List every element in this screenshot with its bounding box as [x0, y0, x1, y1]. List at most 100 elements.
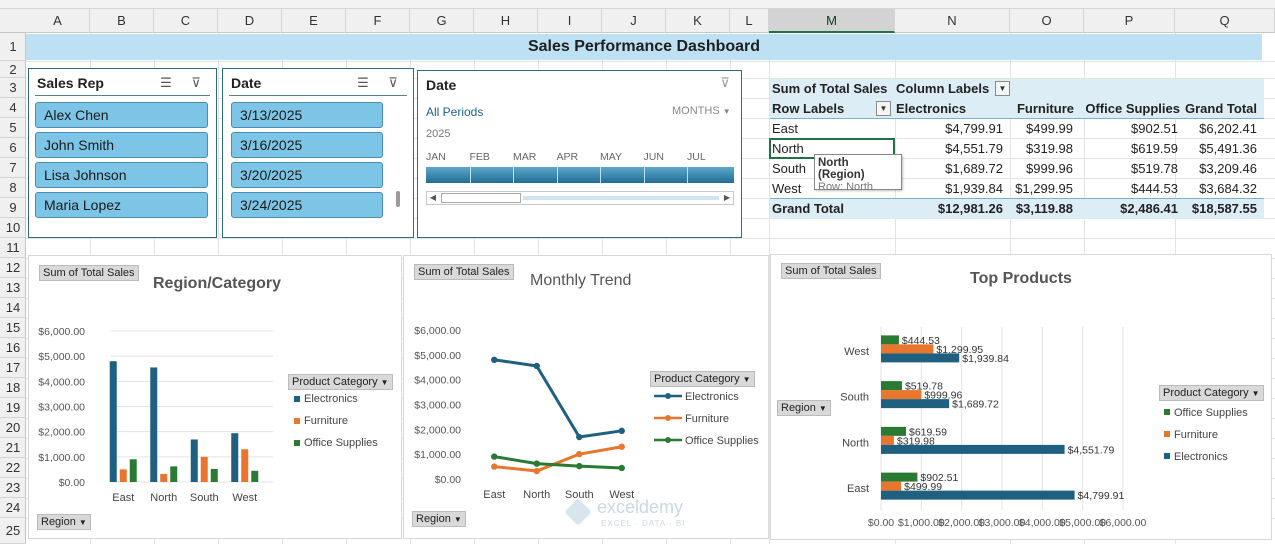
- pivot-row-label[interactable]: East: [772, 121, 798, 136]
- row-header-1[interactable]: 1: [0, 33, 26, 61]
- pivot-cell[interactable]: $319.98: [1026, 141, 1073, 156]
- data-point[interactable]: [533, 467, 540, 475]
- column-header-i[interactable]: I: [538, 9, 602, 33]
- bar[interactable]: [881, 353, 960, 363]
- date-timeline[interactable]: Date ⊽ All Periods MONTHS ▼ 2025 JAN FEB M…: [417, 70, 742, 238]
- timeline-month[interactable]: MAR: [513, 151, 536, 163]
- timeline-month[interactable]: MAY: [600, 151, 622, 163]
- timeline-month[interactable]: JUN: [644, 151, 664, 163]
- bar[interactable]: [881, 444, 1065, 454]
- row-header-21[interactable]: 21: [0, 438, 26, 458]
- column-header-q[interactable]: Q: [1175, 9, 1275, 33]
- column-header-k[interactable]: K: [666, 9, 730, 33]
- row-header-11[interactable]: 11: [0, 238, 26, 258]
- data-point[interactable]: [533, 362, 540, 370]
- bar[interactable]: [881, 390, 922, 400]
- bar[interactable]: [129, 459, 137, 482]
- pivot-cell[interactable]: $3,209.46: [1199, 161, 1257, 176]
- column-header-e[interactable]: E: [282, 9, 346, 33]
- pivot-cell[interactable]: $4,551.79: [945, 141, 1003, 156]
- data-point[interactable]: [491, 463, 498, 470]
- pivot-cell[interactable]: $1,299.95: [1015, 181, 1073, 196]
- row-header-13[interactable]: 13: [0, 278, 26, 298]
- column-header-h[interactable]: H: [474, 9, 538, 33]
- column-header-j[interactable]: J: [602, 9, 666, 33]
- clear-filter-icon[interactable]: ⊽: [716, 75, 734, 91]
- legend-entry[interactable]: Office Supplies: [685, 435, 759, 447]
- bar[interactable]: [170, 466, 178, 482]
- multi-select-icon[interactable]: ☰: [354, 75, 372, 91]
- slicer-item[interactable]: Maria Lopez: [35, 192, 208, 218]
- column-header-o[interactable]: O: [1010, 9, 1084, 33]
- bar[interactable]: [881, 344, 934, 354]
- bar[interactable]: [881, 381, 902, 391]
- pivot-cell[interactable]: $902.51: [1131, 121, 1178, 136]
- bar[interactable]: [881, 399, 950, 409]
- pivot-cell[interactable]: $1,689.72: [945, 161, 1003, 176]
- slicer-item[interactable]: 3/13/2025: [231, 102, 383, 128]
- pivot-row-label[interactable]: West: [772, 181, 801, 196]
- timeline-selection-bar[interactable]: [426, 167, 734, 183]
- time-level-dropdown[interactable]: MONTHS ▼: [672, 105, 731, 117]
- column-header-g[interactable]: G: [410, 9, 474, 33]
- bar[interactable]: [881, 435, 894, 445]
- pivot-cell[interactable]: $3,684.32: [1199, 181, 1257, 196]
- sales-rep-slicer[interactable]: Sales Rep ☰ ⊽ Alex Chen John Smith Lisa Jo…: [28, 68, 217, 238]
- slicer-item[interactable]: Alex Chen: [35, 102, 208, 128]
- row-header-17[interactable]: 17: [0, 358, 26, 378]
- timeline-month[interactable]: FEB: [470, 151, 490, 163]
- column-header-m[interactable]: M: [769, 9, 895, 33]
- pivot-cell[interactable]: $499.99: [1026, 121, 1073, 136]
- column-header-p[interactable]: P: [1084, 9, 1175, 33]
- timeline-month[interactable]: APR: [557, 151, 579, 163]
- slicer-item[interactable]: 3/24/2025: [231, 192, 383, 218]
- legend-entry[interactable]: Electronics: [1174, 451, 1228, 463]
- row-header-25[interactable]: 25: [0, 518, 26, 544]
- legend-entry[interactable]: Furniture: [1174, 429, 1218, 441]
- column-labels-filter-button[interactable]: ▼: [995, 81, 1010, 96]
- bar[interactable]: [119, 469, 127, 482]
- row-header-16[interactable]: 16: [0, 338, 26, 358]
- column-header-b[interactable]: B: [90, 9, 154, 33]
- bar[interactable]: [150, 367, 158, 482]
- pivot-row-label[interactable]: South: [772, 161, 806, 176]
- slicer-item[interactable]: 3/20/2025: [231, 162, 383, 188]
- data-point[interactable]: [491, 356, 498, 364]
- legend-entry[interactable]: Furniture: [685, 413, 729, 425]
- row-header-4[interactable]: 4: [0, 98, 26, 118]
- pivot-cell[interactable]: $619.59: [1131, 141, 1178, 156]
- pivot-cell[interactable]: $5,491.36: [1199, 141, 1257, 156]
- scroll-left-icon[interactable]: ◀: [427, 192, 439, 204]
- data-point[interactable]: [491, 453, 498, 460]
- row-header-14[interactable]: 14: [0, 298, 26, 318]
- region-category-chart[interactable]: Sum of Total Sales Region/Category Produ…: [28, 255, 402, 539]
- timeline-month[interactable]: JUL: [687, 151, 706, 163]
- column-header-n[interactable]: N: [895, 9, 1010, 33]
- row-header-24[interactable]: 24: [0, 498, 26, 518]
- bar[interactable]: [190, 439, 198, 482]
- slicer-item[interactable]: John Smith: [35, 132, 208, 158]
- slicer-item[interactable]: 3/16/2025: [231, 132, 383, 158]
- pivot-cell[interactable]: $6,202.41: [1199, 121, 1257, 136]
- bar[interactable]: [881, 481, 902, 491]
- clear-filter-icon[interactable]: ⊽: [384, 75, 402, 91]
- row-header-5[interactable]: 5: [0, 118, 26, 138]
- timeline-scrollbar[interactable]: ◀ ▶: [426, 191, 734, 205]
- column-header-f[interactable]: F: [346, 9, 410, 33]
- legend-entry[interactable]: Office Supplies: [1174, 407, 1248, 419]
- pivot-cell[interactable]: $444.53: [1131, 181, 1178, 196]
- clear-filter-icon[interactable]: ⊽: [187, 75, 205, 91]
- row-header-12[interactable]: 12: [0, 258, 26, 278]
- data-point[interactable]: [533, 460, 540, 467]
- pivot-cell[interactable]: $999.96: [1026, 161, 1073, 176]
- column-header-c[interactable]: C: [154, 9, 218, 33]
- row-header-20[interactable]: 20: [0, 418, 26, 438]
- timeline-month[interactable]: JAN: [426, 151, 446, 163]
- bar[interactable]: [881, 490, 1075, 500]
- row-header-10[interactable]: 10: [0, 218, 26, 238]
- legend-entry[interactable]: Electronics: [304, 393, 358, 405]
- scroll-right-icon[interactable]: ▶: [721, 192, 733, 204]
- data-point[interactable]: [618, 443, 625, 450]
- row-header-15[interactable]: 15: [0, 318, 26, 338]
- series-line[interactable]: [494, 358, 622, 439]
